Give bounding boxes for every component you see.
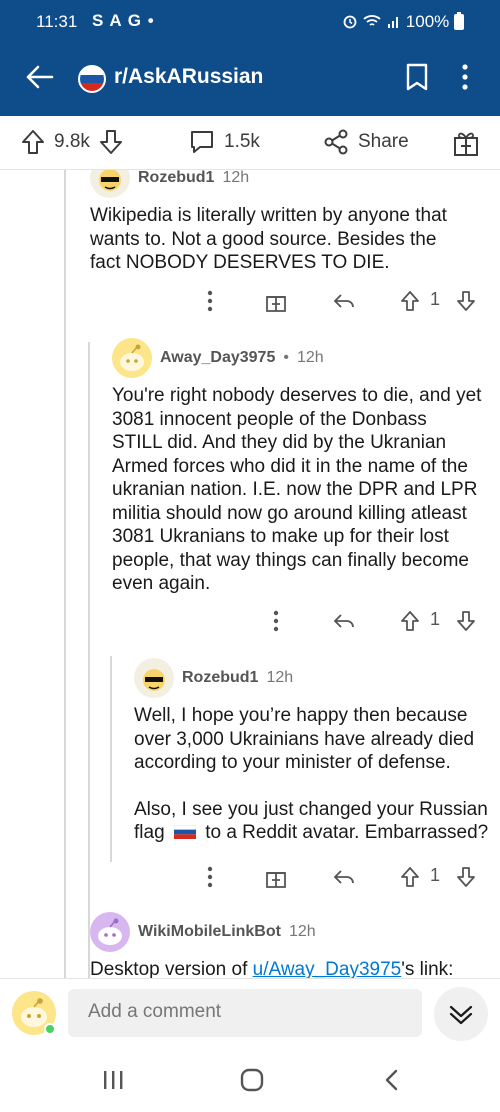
award-button[interactable]	[452, 128, 480, 158]
comment-text: Desktop version of	[90, 959, 253, 978]
post-action-bar: 9.8k 1.5k Share	[0, 116, 500, 170]
downvote-icon[interactable]	[454, 289, 478, 313]
battery-icon	[454, 12, 464, 30]
russian-flag-icon	[173, 824, 197, 839]
avatar[interactable]	[90, 912, 130, 952]
avatar[interactable]	[112, 338, 152, 378]
upvote-icon[interactable]	[20, 128, 46, 156]
more-options-icon[interactable]	[206, 865, 214, 889]
alarm-icon	[343, 15, 356, 29]
back-arrow-icon[interactable]	[22, 60, 56, 94]
thread-line-3[interactable]	[110, 656, 112, 862]
status-bar: 11:31 S A G • 100%	[0, 0, 500, 44]
comment-body: Wikipedia is literally written by anyone…	[90, 205, 447, 273]
bookmark-icon[interactable]	[404, 62, 430, 92]
share-icon	[324, 129, 348, 155]
post-comments-button[interactable]: 1.5k	[188, 128, 260, 156]
share-label: Share	[358, 131, 409, 152]
comment-time: 12h	[222, 170, 250, 186]
comment-bubble-icon	[191, 131, 213, 153]
comment-score: 1	[430, 865, 441, 885]
more-options-icon[interactable]	[460, 62, 470, 92]
post-comment-count: 1.5k	[224, 131, 260, 152]
comment-actions: 1	[0, 288, 500, 314]
comment-text: to a Reddit avatar. Embarrassed?	[205, 822, 489, 843]
upvote-icon[interactable]	[398, 289, 422, 313]
post-upvote-count: 9.8k	[54, 131, 90, 152]
comment-actions: 1	[0, 608, 500, 634]
comment-author[interactable]: Away_Day3975	[160, 349, 275, 367]
comment-time: 12h	[296, 349, 324, 366]
status-notification-icons: S A G •	[92, 11, 155, 30]
user-avatar-icon	[99, 170, 121, 191]
comment-author[interactable]: Rozebud1	[182, 669, 258, 687]
more-options-icon[interactable]	[206, 289, 214, 313]
comment-header: Rozebud1 12h	[134, 658, 293, 698]
downvote-icon[interactable]	[98, 128, 124, 156]
nav-back-icon[interactable]	[382, 1068, 402, 1092]
comment-score: 1	[430, 609, 441, 629]
top-bar: 11:31 S A G • 100% r/AskARussian	[0, 0, 500, 116]
comment-text: 's link:	[401, 959, 454, 978]
comment-score: 1	[430, 289, 441, 309]
status-time: 11:31	[36, 12, 78, 31]
recent-apps-icon[interactable]	[102, 1070, 124, 1090]
double-chevron-down-icon	[449, 1005, 473, 1025]
comment-paragraph: Well, I hope you’re happy then because o…	[134, 705, 475, 773]
gift-icon	[454, 132, 478, 156]
comment-input[interactable]: Add a comment	[68, 989, 422, 1037]
more-options-icon[interactable]	[272, 609, 280, 633]
wifi-icon	[363, 15, 381, 26]
system-nav-bar	[0, 1046, 500, 1112]
comment-paragraph: Also, I see you just changed your Russia…	[134, 798, 490, 845]
subreddit-flag-icon[interactable]	[78, 65, 106, 93]
comment-thread: Rozebud1 12h Wikipedia is literally writ…	[0, 170, 500, 978]
subreddit-name[interactable]: r/AskARussian	[114, 65, 263, 89]
comment-header: Rozebud1 12h	[90, 170, 249, 198]
avatar[interactable]	[134, 658, 174, 698]
comment-time: 12h	[266, 669, 294, 686]
comment-header: Away_Day3975 • 12h	[112, 338, 324, 378]
downvote-icon[interactable]	[454, 609, 478, 633]
comment-separator: •	[283, 349, 289, 366]
snoo-avatar-icon	[98, 918, 122, 945]
comment-header: WikiMobileLinkBot 12h	[90, 912, 316, 952]
upvote-icon[interactable]	[398, 609, 422, 633]
user-link[interactable]: u/Away_Day3975	[253, 959, 402, 978]
battery-percent: 100%	[405, 12, 450, 31]
gift-icon[interactable]	[264, 289, 288, 313]
reply-icon[interactable]	[332, 865, 356, 889]
comment-author[interactable]: Rozebud1	[138, 170, 214, 187]
comment-body: You're right nobody deserves to die, and…	[112, 385, 482, 594]
comment-author[interactable]: WikiMobileLinkBot	[138, 923, 281, 941]
reply-icon[interactable]	[332, 289, 356, 313]
comment-time: 12h	[288, 923, 316, 940]
gift-icon[interactable]	[264, 865, 288, 889]
user-avatar-icon	[143, 669, 165, 691]
status-right: 100%	[342, 12, 464, 32]
post-vote-group: 9.8k	[20, 128, 124, 156]
comment-actions: 1	[0, 864, 500, 890]
comment-body: Well, I hope you’re happy then because o…	[134, 704, 490, 845]
comment-composer: Add a comment	[0, 978, 500, 1046]
share-button[interactable]: Share	[322, 128, 409, 156]
home-icon[interactable]	[240, 1068, 264, 1092]
reply-icon[interactable]	[332, 609, 356, 633]
online-indicator	[44, 1023, 56, 1035]
app-bar: r/AskARussian	[0, 50, 500, 106]
avatar[interactable]	[90, 170, 130, 198]
snoo-avatar-icon	[120, 344, 144, 371]
comment-body: Desktop version of u/Away_Day3975's link…	[90, 958, 490, 978]
downvote-icon[interactable]	[454, 865, 478, 889]
upvote-icon[interactable]	[398, 865, 422, 889]
signal-icon	[388, 17, 399, 28]
collapse-comments-button[interactable]	[434, 987, 488, 1041]
